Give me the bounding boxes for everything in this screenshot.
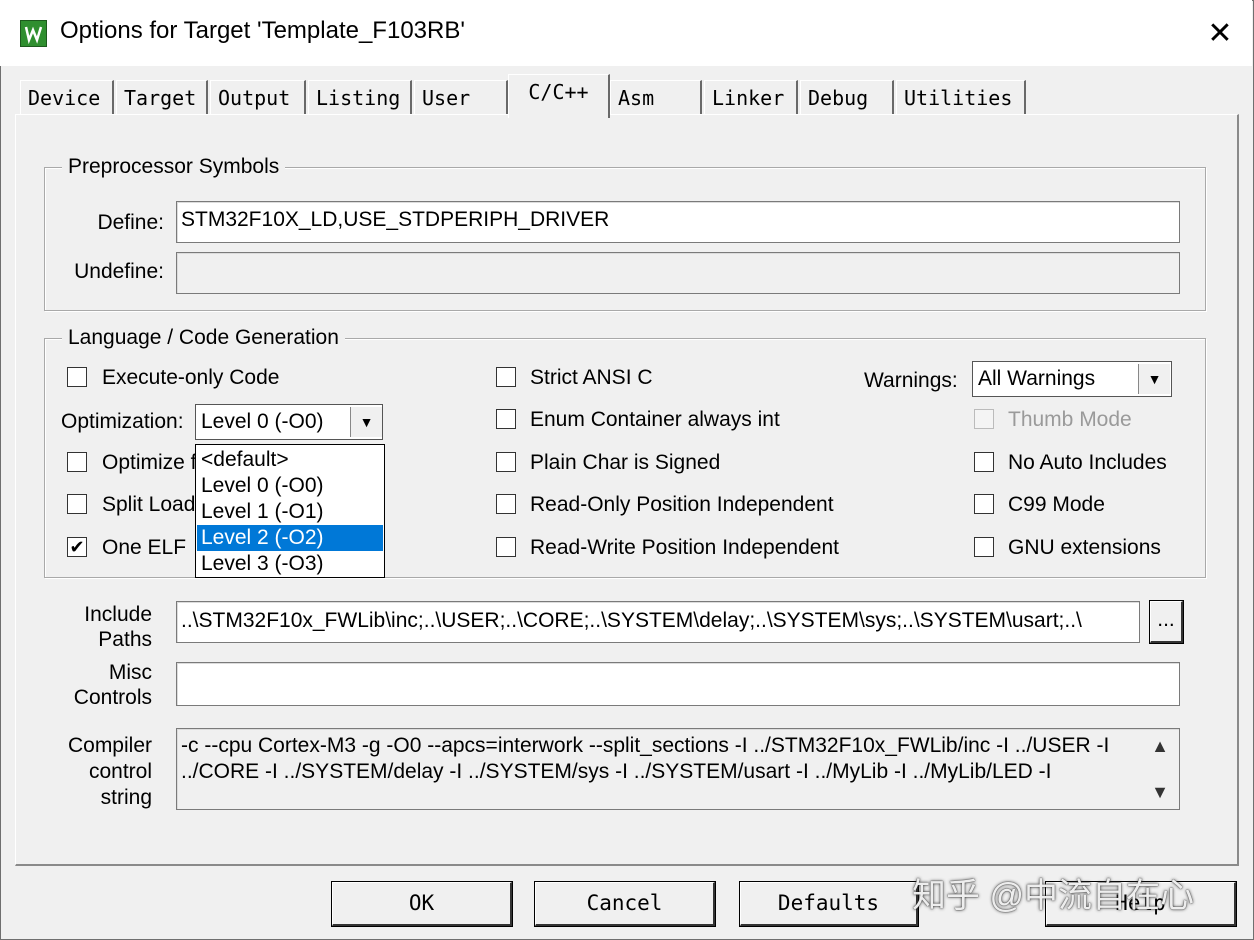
optimization-label: Optimization: <box>61 410 184 433</box>
enum-container-label: Enum Container always int <box>530 408 780 431</box>
warnings-dropdown-arrow-icon[interactable]: ▼ <box>1138 364 1170 394</box>
strict-ansi-checkbox[interactable] <box>496 367 516 387</box>
window-title: Options for Target 'Template_F103RB' <box>60 17 465 44</box>
strict-ansi-label: Strict ANSI C <box>530 366 653 389</box>
no-auto-includes-label: No Auto Includes <box>1008 451 1167 474</box>
close-icon[interactable]: ✕ <box>1200 14 1240 54</box>
enum-container-checkbox[interactable] <box>496 409 516 429</box>
undefine-label: Undefine: <box>74 260 164 283</box>
ok-button[interactable]: OK <box>331 881 513 927</box>
warnings-value: All Warnings <box>978 367 1096 390</box>
include-paths-label: Include Paths <box>60 602 152 652</box>
compiler-control-label-line3: string <box>100 786 152 809</box>
compiler-control-label-line1: Compiler <box>67 734 152 757</box>
compiler-control-label: Compiler control string <box>52 733 152 811</box>
plain-char-label: Plain Char is Signed <box>530 451 721 474</box>
include-paths-label-line1: Include <box>84 603 152 626</box>
include-paths-input[interactable]: ..\STM32F10x_FWLib\inc;..\USER;..\CORE;.… <box>176 601 1140 643</box>
scroll-down-icon[interactable]: ▼ <box>1146 782 1174 803</box>
preprocessor-legend: Preprocessor Symbols <box>62 155 286 179</box>
rw-pi-label: Read-Write Position Independent <box>530 536 839 559</box>
thumb-mode-label: Thumb Mode <box>1008 408 1132 431</box>
tab-utilities[interactable]: Utilities <box>896 80 1026 114</box>
split-load-checkbox[interactable] <box>67 494 87 514</box>
gnu-extensions-checkbox[interactable] <box>974 537 994 557</box>
no-auto-includes-checkbox[interactable] <box>974 452 994 472</box>
tab-device[interactable]: Device <box>20 80 114 114</box>
execute-only-label: Execute-only Code <box>102 366 280 389</box>
c99-mode-label: C99 Mode <box>1008 493 1105 516</box>
tab-debug[interactable]: Debug <box>800 80 894 114</box>
optimize-time-checkbox[interactable] <box>67 452 87 472</box>
dropdown-option-level0[interactable]: Level 0 (-O0) <box>197 473 383 499</box>
include-paths-browse-button[interactable]: ... <box>1149 600 1184 644</box>
tab-user[interactable]: User <box>414 80 508 114</box>
optimize-time-label: Optimize f <box>102 451 197 474</box>
defaults-button[interactable]: Defaults <box>739 881 919 927</box>
define-input[interactable]: STM32F10X_LD,USE_STDPERIPH_DRIVER <box>176 201 1180 243</box>
keil-app-icon <box>20 20 47 47</box>
one-elf-checkbox[interactable]: ✔ <box>67 537 87 557</box>
language-legend: Language / Code Generation <box>62 326 345 350</box>
split-load-label: Split Load <box>102 493 196 516</box>
cancel-button[interactable]: Cancel <box>534 881 716 927</box>
check-icon: ✔ <box>69 537 85 557</box>
c99-mode-checkbox[interactable] <box>974 494 994 514</box>
dropdown-option-level3[interactable]: Level 3 (-O3) <box>197 551 383 577</box>
include-paths-label-line2: Paths <box>98 628 152 651</box>
define-label: Define: <box>97 211 164 234</box>
tab-listing[interactable]: Listing <box>308 80 412 114</box>
optimization-dropdown-arrow-icon[interactable]: ▼ <box>350 407 382 437</box>
ro-pi-checkbox[interactable] <box>496 494 516 514</box>
misc-controls-label-line1: Misc <box>108 661 152 684</box>
ro-pi-label: Read-Only Position Independent <box>530 493 834 516</box>
misc-controls-label-line2: Controls <box>73 686 152 709</box>
misc-controls-label: Misc Controls <box>60 660 152 710</box>
compiler-control-label-line2: control <box>88 760 152 783</box>
compiler-control-line1: -c --cpu Cortex-M3 -g -O0 --apcs=interwo… <box>181 734 1110 757</box>
undefine-input[interactable] <box>176 252 1180 294</box>
dropdown-option-level2[interactable]: Level 2 (-O2) <box>197 525 383 551</box>
gnu-extensions-label: GNU extensions <box>1008 536 1161 559</box>
tab-target[interactable]: Target <box>116 80 208 114</box>
execute-only-checkbox[interactable] <box>67 367 87 387</box>
scroll-up-icon[interactable]: ▲ <box>1146 736 1174 757</box>
optimization-dropdown-list: <default> Level 0 (-O0) Level 1 (-O1) Le… <box>195 444 385 578</box>
compiler-control-string: -c --cpu Cortex-M3 -g -O0 --apcs=interwo… <box>176 728 1180 810</box>
optimization-value: Level 0 (-O0) <box>201 410 324 433</box>
dropdown-option-default[interactable]: <default> <box>197 447 383 473</box>
tab-c-cpp[interactable]: C/C++ <box>508 74 610 118</box>
dropdown-option-level1[interactable]: Level 1 (-O1) <box>197 499 383 525</box>
misc-controls-input[interactable] <box>176 662 1180 706</box>
tab-output[interactable]: Output <box>210 80 306 114</box>
compiler-control-line2: ../CORE -I ../SYSTEM/delay -I ../SYSTEM/… <box>181 760 1052 783</box>
tab-asm[interactable]: Asm <box>610 80 702 114</box>
zhihu-watermark: 知乎 @中流自在心 <box>912 877 1194 915</box>
thumb-mode-checkbox[interactable] <box>974 409 994 429</box>
plain-char-checkbox[interactable] <box>496 452 516 472</box>
warnings-label: Warnings: <box>864 369 958 392</box>
tab-linker[interactable]: Linker <box>704 80 798 114</box>
one-elf-label: One ELF <box>102 536 187 559</box>
rw-pi-checkbox[interactable] <box>496 537 516 557</box>
